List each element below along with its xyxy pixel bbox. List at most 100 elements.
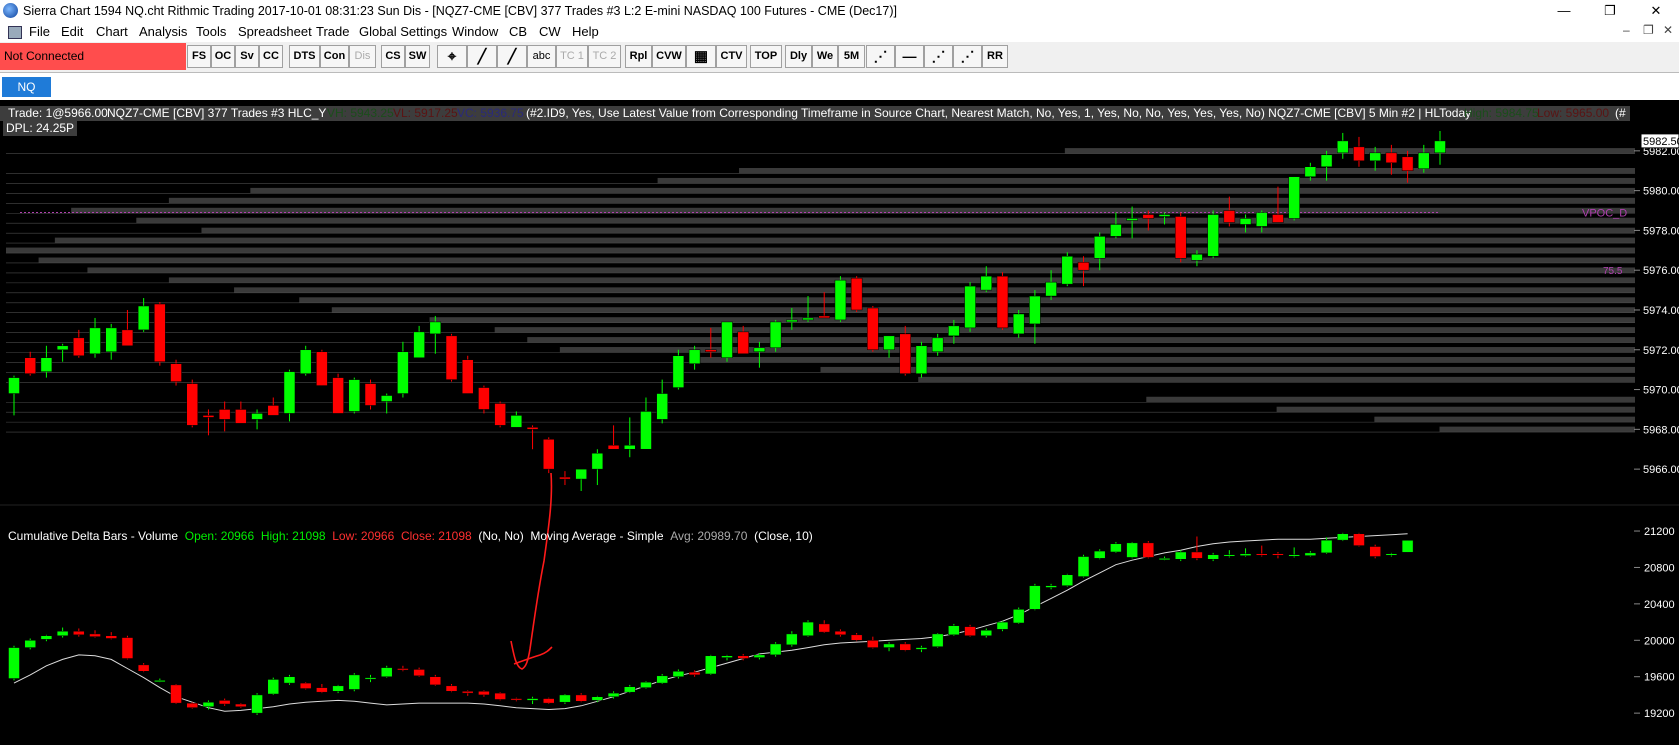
volume-profile-band [559,347,1635,353]
delta-candle [753,654,766,658]
price-candle [1158,214,1171,217]
chart-area[interactable]: VPOC_D 75.5 5982.00 5980.00 5978.00 5976.00 5… [0,101,1679,745]
menu-analysis[interactable]: Analysis [139,24,187,39]
tc1-button[interactable]: TC 1 [556,45,588,68]
price-candle [137,305,150,331]
menu-tools[interactable]: Tools [196,24,226,39]
menu-cb[interactable]: CB [509,24,527,39]
delta-candle [24,640,36,648]
5m-button[interactable]: 5M [838,45,865,68]
mdi-minimize-button[interactable]: – [1623,23,1630,37]
window-title: Sierra Chart 1594 NQ.cht Rithmic Trading… [23,4,897,18]
price-candle [1126,218,1138,221]
horizontal-line-tool-icon[interactable]: — [895,45,924,68]
we-button[interactable]: We [812,45,838,68]
price-candle [56,345,69,351]
text-tool-button[interactable]: abc [527,45,556,68]
crosshair-tool-icon[interactable]: ⌖ [437,45,467,68]
menu-spreadsheet[interactable]: Spreadsheet [238,24,312,39]
minimize-button[interactable]: — [1541,0,1587,22]
oc-button[interactable]: OC [211,45,235,68]
menu-cw[interactable]: CW [539,24,561,39]
price-candle [316,351,328,386]
ray-tool-icon[interactable]: ╱ [497,45,527,68]
menu-window[interactable]: Window [452,24,498,39]
con-button[interactable]: Con [320,45,349,68]
extended-line-tool-icon[interactable]: ⋰ [953,45,982,68]
delta-candle [218,700,231,705]
fs-button[interactable]: FS [187,45,211,68]
delta-candle [461,691,474,694]
price-axis-label: 5978.00 [1643,225,1679,237]
menu-global-settings[interactable]: Global Settings [359,24,447,39]
chart-canvas[interactable]: VPOC_D75.5 5982.005980.005978.005976.005… [0,101,1679,745]
fib-tool-icon[interactable]: ⋰ [866,45,895,68]
menu-edit[interactable]: Edit [61,24,83,39]
price-candle [656,393,668,420]
dts-button[interactable]: DTS [289,45,320,68]
grid-tool-icon[interactable]: ▦ [686,45,716,68]
tc2-button[interactable]: TC 2 [588,45,621,68]
price-candle [899,333,911,374]
volume-profile-band [657,177,1635,184]
delta-axis-label: 20000 [1644,635,1675,647]
sv-button[interactable]: Sv [235,45,259,68]
mdi-close-button[interactable]: ✕ [1663,23,1673,37]
subgraph-high: High: 21098 [260,529,326,543]
cc-button[interactable]: CC [259,45,283,68]
document-menu-icon[interactable] [8,26,22,39]
rpl-button[interactable]: Rpl [625,45,652,68]
delta-candle [1337,533,1349,541]
restore-button[interactable]: ❐ [1587,0,1633,22]
delta-candle [1142,542,1155,558]
line-tool-icon[interactable]: ╱ [467,45,497,68]
dis-button[interactable]: Dis [349,45,376,68]
tab-nq[interactable]: NQ [2,77,51,97]
subgraph-params: (No, No) [478,529,524,543]
delta-candle [1369,546,1381,557]
price-candle [1110,224,1122,237]
delta-candle [980,630,993,636]
delta-candle [575,694,587,702]
delta-candle [883,643,895,648]
top-button[interactable]: TOP [750,45,782,68]
delta-candle [251,694,263,714]
menu-chart[interactable]: Chart [96,24,128,39]
price-axis-label: 5974.00 [1643,305,1679,317]
rr-button[interactable]: RR [982,45,1008,68]
delta-candle [672,670,685,677]
sw-button[interactable]: SW [405,45,430,68]
dly-button[interactable]: Dly [785,45,812,68]
menu-trade[interactable]: Trade [316,24,349,39]
menu-bar: File Edit Chart Analysis Tools Spreadshe… [0,22,1679,42]
volume-profile-band [494,327,1636,333]
menu-help[interactable]: Help [572,24,599,39]
price-candle [786,319,798,323]
mdi-restore-button[interactable]: ❐ [1643,23,1654,37]
price-candle [624,445,636,450]
price-candle [607,445,620,450]
subgraph-low: Low: 20966 [332,529,395,543]
day-high: High: 5984.75 [1464,106,1539,120]
close-button[interactable]: ✕ [1633,0,1679,22]
price-candle [543,439,555,470]
volume-profile-band [820,366,1635,373]
price-candle [1320,154,1333,168]
price-candle [980,275,993,291]
delta-candle [445,685,458,692]
connection-status[interactable]: Not Connected [0,43,186,70]
price-candle [1304,166,1317,177]
volume-profile-band [527,337,1635,343]
price-candle [397,351,409,394]
price-candle [1353,146,1365,162]
cs-button[interactable]: CS [381,45,405,68]
price-candle [299,349,312,374]
volume-profile-band [1374,416,1635,423]
cvw-button[interactable]: CVW [652,45,686,68]
moving-average-line [13,533,1408,712]
menu-file[interactable]: File [29,24,50,39]
trend-line-tool-icon[interactable]: ⋰ [924,45,953,68]
delta-candle [283,676,296,684]
ctv-button[interactable]: CTV [716,45,747,68]
delta-candle [1353,533,1365,546]
